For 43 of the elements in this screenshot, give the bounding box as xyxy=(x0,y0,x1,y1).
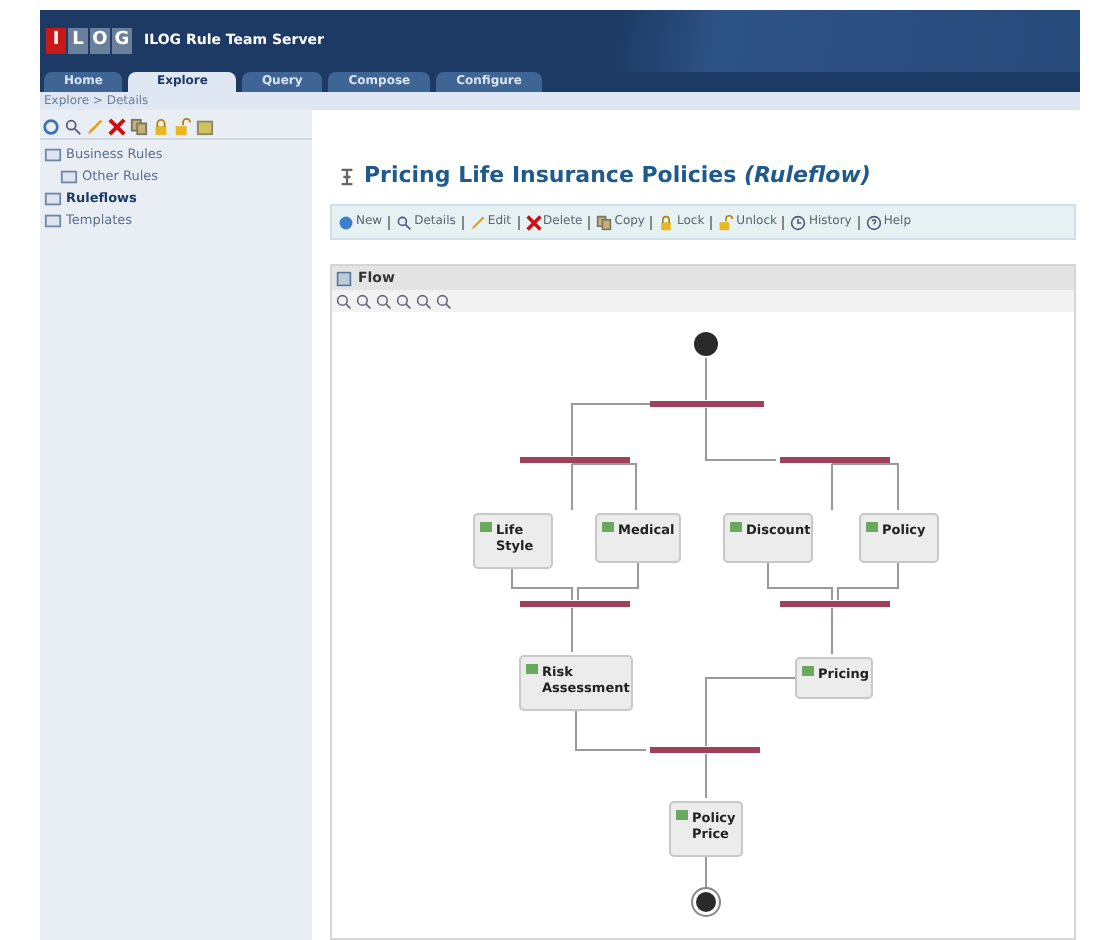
search-icon xyxy=(64,118,82,136)
logo-letter: O xyxy=(90,28,110,54)
flow-connector xyxy=(705,855,707,889)
start-node xyxy=(694,332,718,356)
lock-icon xyxy=(658,213,675,231)
flow-connector xyxy=(831,607,833,655)
fork-bar xyxy=(650,401,764,407)
flow-connector xyxy=(767,561,833,601)
end-node xyxy=(691,887,721,917)
zoom-icon[interactable] xyxy=(356,293,372,309)
logo-letter: L xyxy=(68,28,88,54)
flow-connector xyxy=(705,753,707,799)
fork-bar xyxy=(780,457,890,463)
unlock-icon xyxy=(718,213,735,231)
clock-icon xyxy=(790,213,807,231)
pencil-icon xyxy=(469,213,486,231)
unlock-icon xyxy=(174,118,192,136)
lock-icon xyxy=(152,118,170,136)
pencil-icon xyxy=(86,118,104,136)
flow-icon xyxy=(338,167,356,185)
logo-letter: I xyxy=(46,28,66,54)
flow-connector xyxy=(575,709,647,751)
flow-connector xyxy=(705,357,707,401)
fork-bar xyxy=(520,457,630,463)
diagram-icon xyxy=(336,269,352,287)
fork-bar xyxy=(520,601,630,607)
copy-icon xyxy=(130,118,148,136)
flow-connector xyxy=(705,677,797,747)
search-icon xyxy=(396,213,413,231)
flow-connector xyxy=(837,561,899,601)
copy-icon xyxy=(596,213,613,231)
flow-connector xyxy=(511,567,573,601)
page-title: Pricing Life Insurance Policies (Ruleflow) xyxy=(364,159,871,192)
help-icon xyxy=(865,213,882,231)
new-icon xyxy=(338,213,354,231)
flow-connector xyxy=(577,561,639,601)
logo-letter: G xyxy=(112,28,132,54)
flow-connector xyxy=(571,607,573,653)
delete-icon xyxy=(525,213,542,231)
fork-bar xyxy=(780,601,890,607)
fork-bar xyxy=(650,747,760,753)
delete-icon xyxy=(108,118,126,136)
flow-connector xyxy=(705,407,777,461)
